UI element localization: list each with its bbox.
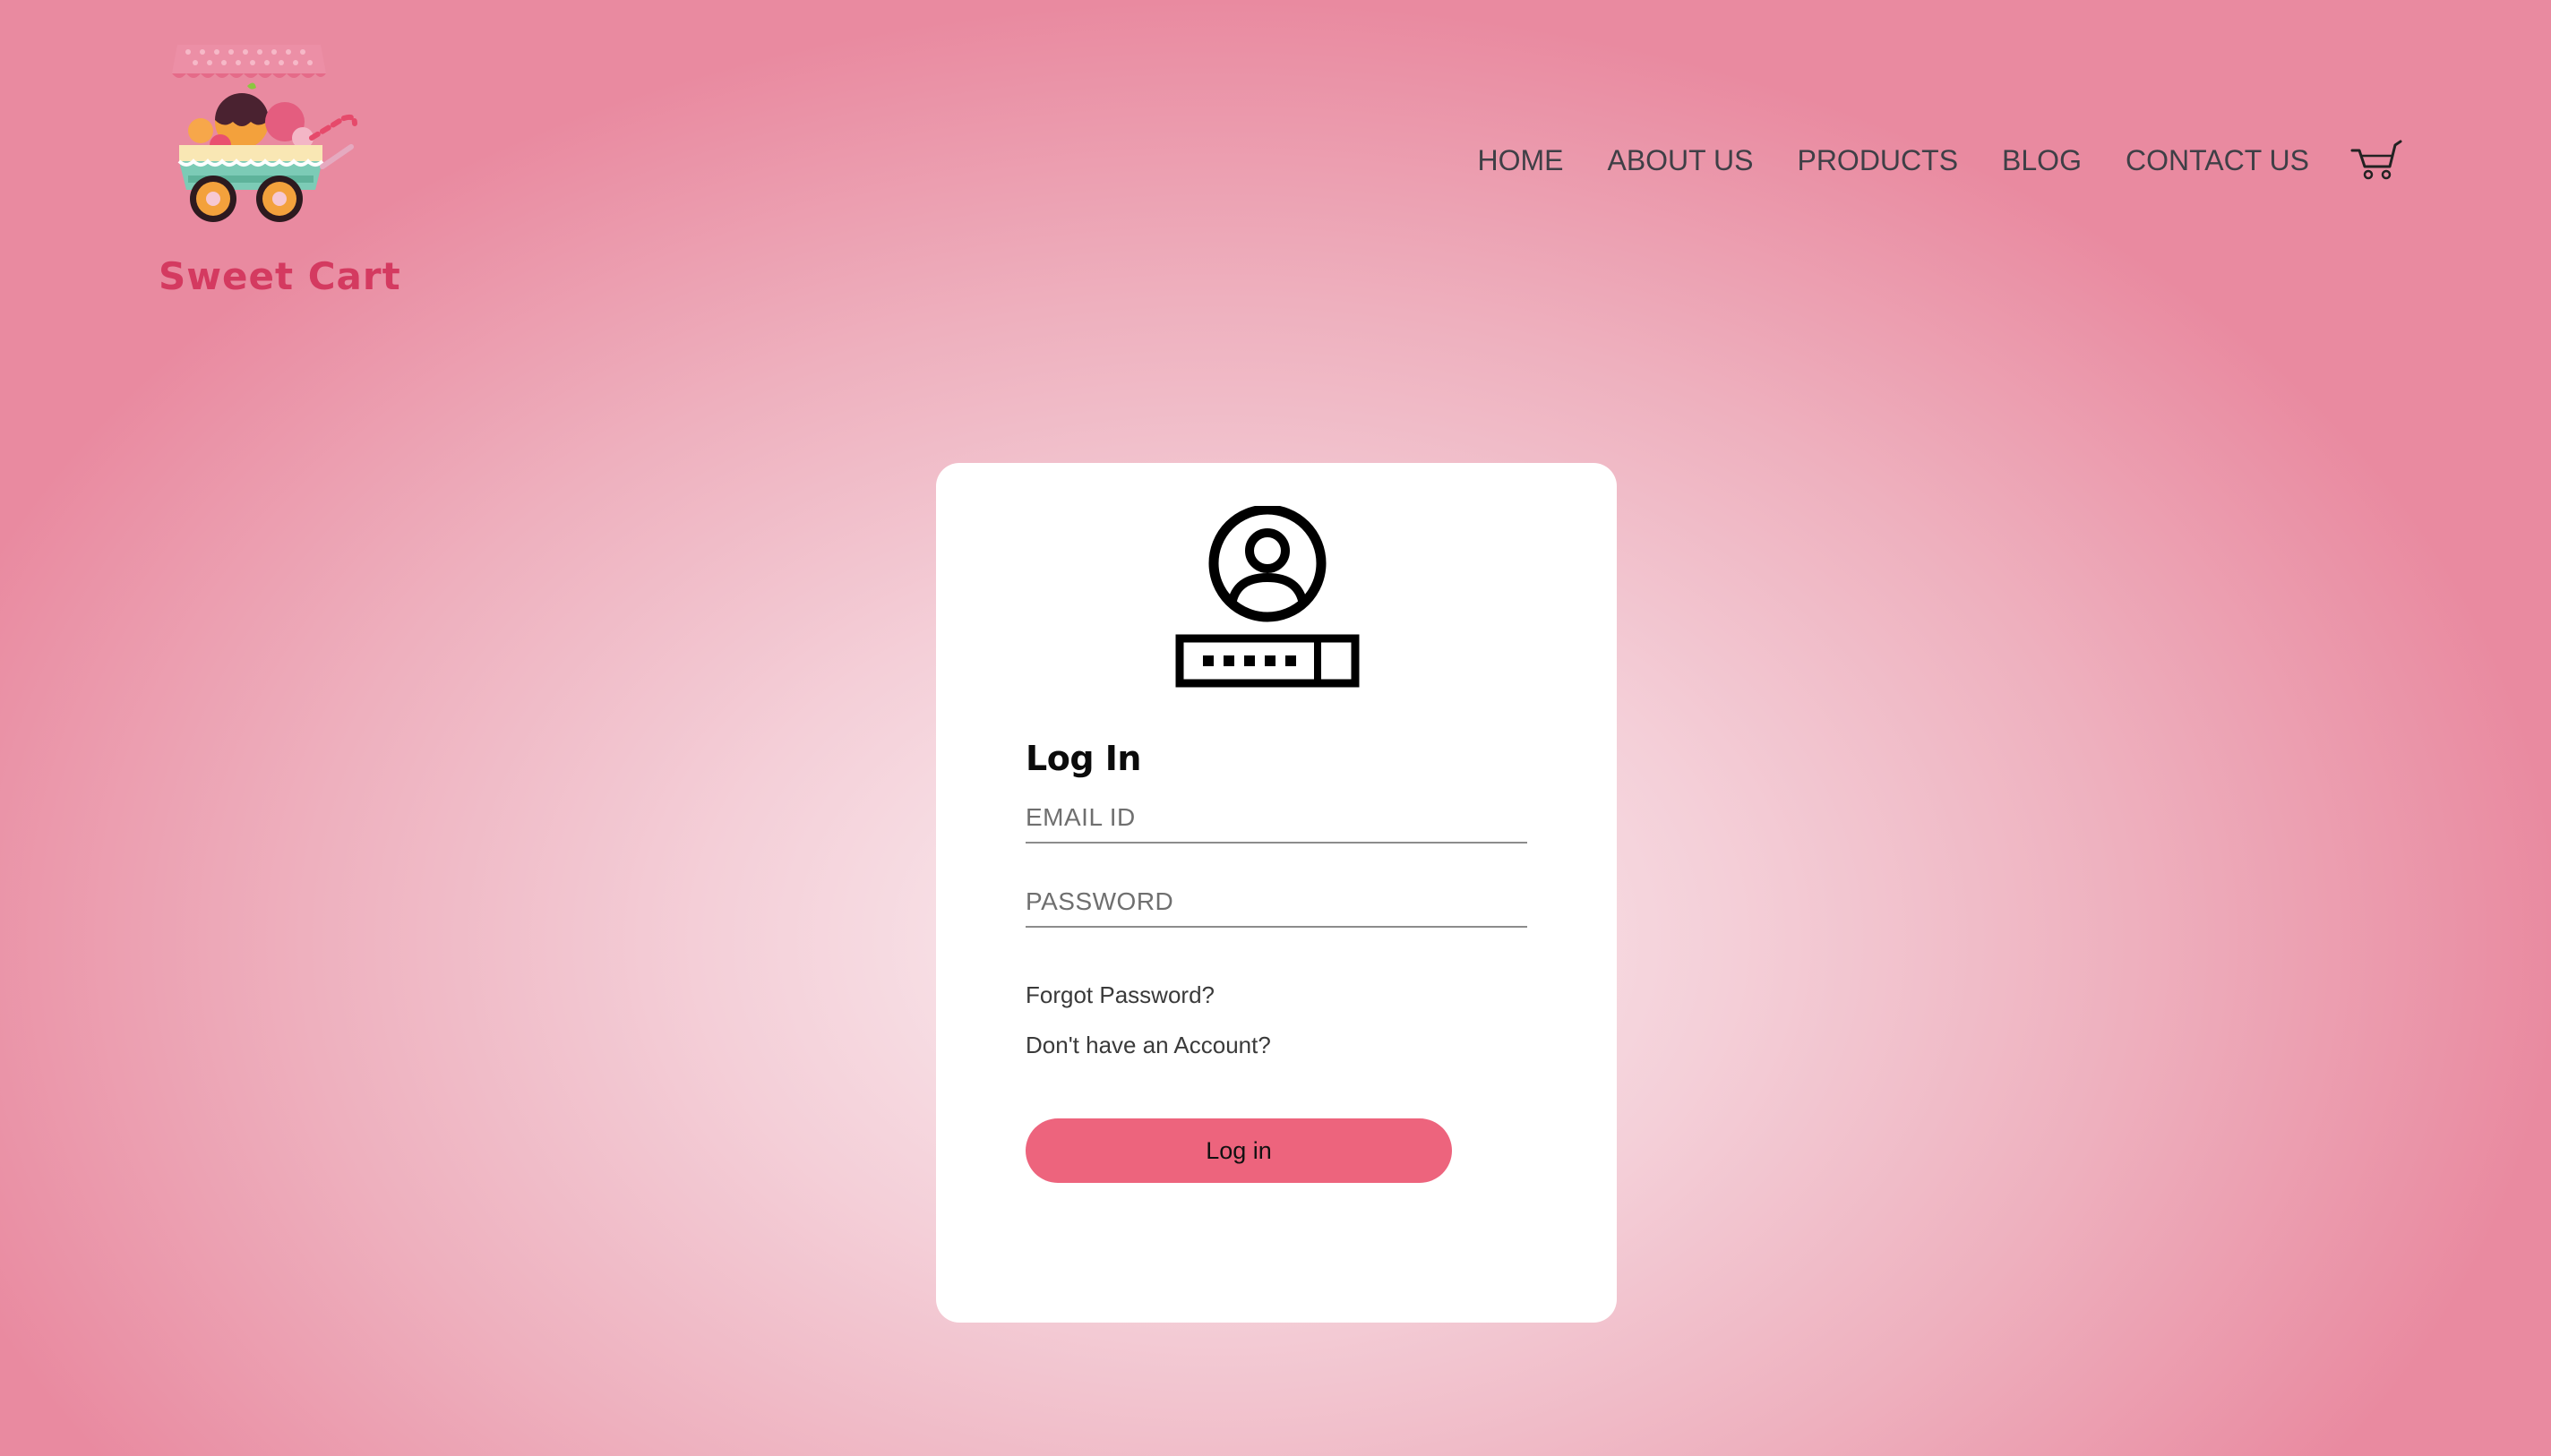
login-title: Log In xyxy=(1026,739,1141,778)
nav-blog-link[interactable]: BLOG xyxy=(2002,144,2082,177)
candy-cart-logo-icon xyxy=(172,45,357,222)
nav-home-link[interactable]: HOME xyxy=(1477,144,1563,177)
nav-contact-us-link[interactable]: CONTACT US xyxy=(2126,144,2309,177)
shopping-cart-icon[interactable] xyxy=(2350,140,2402,181)
nav-products-link[interactable]: PRODUCTS xyxy=(1797,144,1958,177)
user-password-login-icon xyxy=(1175,506,1360,688)
brand-logo[interactable]: Sweet Cart xyxy=(152,32,400,298)
email-field[interactable] xyxy=(1026,793,1527,844)
login-button[interactable]: Log in xyxy=(1026,1118,1452,1183)
create-account-link[interactable]: Don't have an Account? xyxy=(1026,1032,1271,1059)
forgot-password-link[interactable]: Forgot Password? xyxy=(1026,981,1215,1009)
main-nav: HOME ABOUT US PRODUCTS BLOG CONTACT US xyxy=(1477,140,2402,181)
nav-about-us-link[interactable]: ABOUT US xyxy=(1607,144,1753,177)
brand-name: Sweet Cart xyxy=(159,254,401,298)
password-field[interactable] xyxy=(1026,878,1527,928)
